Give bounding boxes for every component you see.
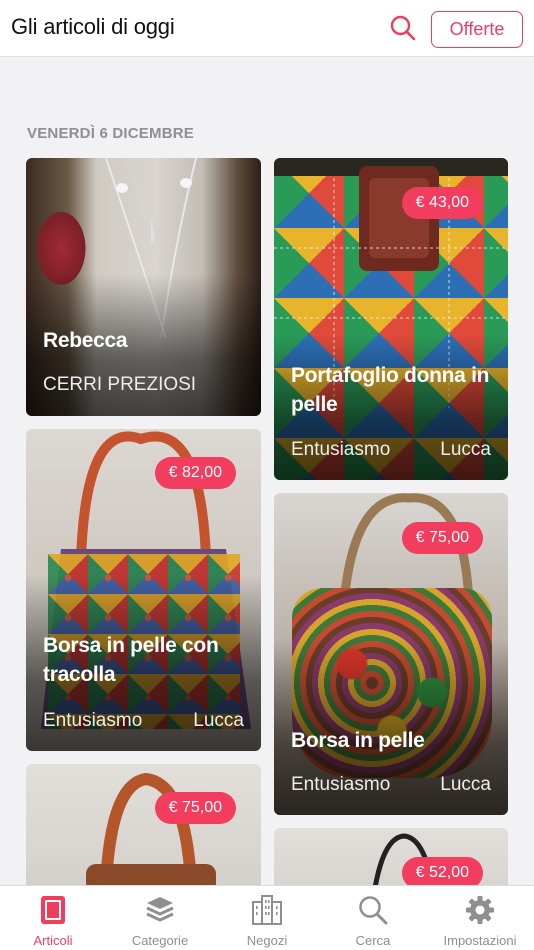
- city-name: Lucca: [193, 710, 244, 731]
- layers-icon: [144, 894, 176, 926]
- tab-articoli[interactable]: Articoli: [0, 886, 106, 950]
- article-title: Portafoglio donna in pelle: [291, 364, 490, 416]
- page-title: Gli articoli di oggi: [11, 14, 175, 39]
- app-screen: Gli articoli di oggi Offerte VENERDÌ 6 D…: [0, 0, 534, 950]
- article-title: Rebecca: [43, 329, 128, 352]
- city-name: Lucca: [440, 439, 491, 460]
- article-card[interactable]: € 43,00 Portafoglio donna in pelle Entus…: [274, 158, 508, 480]
- price-badge: € 43,00: [401, 187, 483, 219]
- tab-label: Categorie: [131, 933, 189, 948]
- article-title: Borsa in pelle: [291, 729, 425, 752]
- tab-label: Cerca: [355, 933, 391, 948]
- search-icon: [357, 894, 389, 926]
- article-card[interactable]: Rebecca CERRI PREZIOSI: [26, 158, 261, 416]
- search-icon[interactable]: [389, 14, 417, 42]
- tab-label: Negozi: [246, 933, 288, 948]
- tab-cerca[interactable]: Cerca: [320, 886, 426, 950]
- tab-impostazioni[interactable]: Impostazioni: [427, 886, 533, 950]
- article-card[interactable]: € 82,00 Borsa in pelle con tracolla Entu…: [26, 429, 261, 751]
- shop-name: Entusiasmo: [291, 774, 391, 795]
- tab-categorie[interactable]: Categorie: [107, 886, 213, 950]
- shop-name: Entusiasmo: [43, 710, 143, 731]
- tab-negozi[interactable]: Negozi: [214, 886, 320, 950]
- tab-label: Impostazioni: [443, 933, 517, 948]
- bottom-tab-bar: Articoli Categorie Negozi Cerca Impostaz…: [0, 885, 534, 950]
- shop-name: Entusiasmo: [291, 439, 391, 460]
- shop-name: CERRI PREZIOSI: [43, 374, 197, 395]
- offers-button[interactable]: Offerte: [431, 11, 523, 48]
- date-section-label: VENERDÌ 6 DICEMBRE: [27, 125, 194, 142]
- gear-icon: [464, 894, 496, 926]
- article-icon: [37, 894, 69, 926]
- article-card[interactable]: € 75,00 Borsa in pelle Entusiasmo Lucca: [274, 493, 508, 815]
- article-title: Borsa in pelle con tracolla: [43, 634, 219, 686]
- price-badge: € 75,00: [154, 792, 236, 824]
- top-bar: Gli articoli di oggi Offerte: [0, 0, 534, 57]
- price-badge: € 82,00: [154, 457, 236, 489]
- price-badge: € 75,00: [401, 522, 483, 554]
- tab-label: Articoli: [33, 933, 73, 948]
- buildings-icon: [251, 894, 283, 926]
- city-name: Lucca: [440, 774, 491, 795]
